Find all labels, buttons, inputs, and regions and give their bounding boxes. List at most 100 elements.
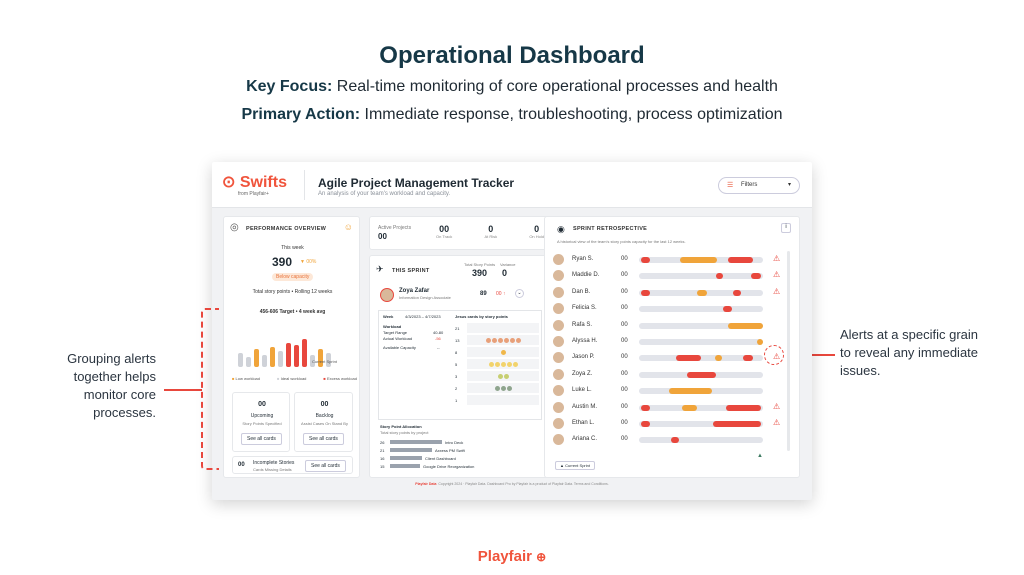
retro-value: 00 bbox=[621, 354, 628, 361]
scrollbar[interactable] bbox=[787, 251, 790, 451]
retro-segment bbox=[728, 257, 754, 263]
target-line: 456-606 Target • 4 week avg bbox=[259, 309, 326, 315]
avatar bbox=[553, 385, 564, 397]
points-grid-row: 1 bbox=[455, 394, 539, 406]
retro-name: Alyssa H. bbox=[572, 338, 598, 344]
person-menu-button[interactable]: ⌄ bbox=[515, 289, 524, 298]
retro-segment bbox=[714, 355, 723, 362]
week-range: 4/3/2023 – 4/7/2023 bbox=[405, 314, 441, 319]
points-grid-row: 8 bbox=[455, 346, 539, 358]
points-grid-row: 3 bbox=[455, 370, 539, 382]
retro-name: Dan B. bbox=[572, 288, 591, 295]
retro-name: Felicia S. bbox=[572, 305, 597, 312]
points-grid-row: 13 bbox=[455, 334, 539, 346]
retro-row[interactable]: Jason P. 00 ⚠ bbox=[553, 351, 785, 365]
performance-overview-card: PERFORMANCE OVERVIEW ◎ ☺ This week 390 ▼… bbox=[223, 216, 360, 478]
retro-row[interactable]: Alyssa H. 00 bbox=[553, 335, 785, 349]
person-points: 89 bbox=[480, 291, 487, 297]
alert-icon[interactable]: ⚠ bbox=[773, 418, 780, 427]
filter-icon: ☰ bbox=[727, 182, 734, 189]
alert-icon[interactable]: ⚠ bbox=[773, 254, 780, 263]
upcoming-sub: Story Points Specified bbox=[242, 421, 282, 426]
workload-label: Workload bbox=[383, 324, 402, 329]
dashboard-header: ⊙ Swifts from Playfair+ Agile Project Ma… bbox=[212, 162, 812, 208]
rolling-bar bbox=[270, 347, 275, 367]
retro-segment bbox=[641, 257, 651, 263]
rolling-bar bbox=[254, 349, 259, 367]
avatar bbox=[553, 254, 564, 265]
avatar bbox=[553, 303, 564, 315]
retro-segment bbox=[682, 404, 698, 411]
chevron-down-icon: ▾ bbox=[787, 182, 791, 188]
annotation-right: Alerts at a specific grain to reveal any… bbox=[840, 327, 979, 378]
points-grid-row: 2 bbox=[455, 382, 539, 394]
retro-value: 00 bbox=[621, 338, 628, 344]
rolling-bar bbox=[302, 339, 307, 367]
allocation-row: 16 Client Dashboard bbox=[380, 455, 456, 461]
retro-segment bbox=[697, 289, 708, 296]
retro-subtitle: A historical view of the team's story po… bbox=[557, 239, 686, 244]
retro-name: Rafa S. bbox=[572, 321, 593, 328]
target-range-label: Target Range bbox=[383, 330, 408, 335]
avatar bbox=[553, 368, 564, 380]
retro-name: Maddie D. bbox=[572, 272, 600, 279]
backlog-see-all-button[interactable]: See all cards bbox=[303, 433, 344, 445]
retro-track bbox=[639, 421, 763, 427]
retro-name: Ethan L. bbox=[572, 420, 595, 426]
retro-row[interactable]: Luke L. 00 bbox=[553, 384, 785, 398]
upcoming-label: Upcoming bbox=[250, 413, 274, 419]
primary-action-text: Immediate response, troubleshooting, pro… bbox=[364, 106, 783, 123]
available-capacity-value: -- bbox=[437, 345, 440, 350]
incomplete-stories-card: 00 Incomplete Stories Cards Missing Deta… bbox=[232, 456, 353, 474]
retro-header: SPRINT RETROSPECTIVE bbox=[573, 226, 648, 232]
retro-value: 00 bbox=[621, 272, 628, 279]
rolling-line: Total story points • Rolling 12 weeks bbox=[252, 289, 333, 295]
retro-segment bbox=[733, 289, 741, 296]
this-week-label: This week bbox=[281, 245, 304, 251]
retro-row[interactable]: Austin M. 00 ⚠ bbox=[553, 401, 785, 415]
retro-segment bbox=[743, 355, 754, 362]
allocation-row: 26 Intro Deck bbox=[380, 439, 464, 445]
retro-segment bbox=[641, 404, 651, 411]
retro-name: Ariana C. bbox=[572, 436, 598, 443]
avatar bbox=[553, 286, 564, 298]
actual-workload-label: Actual Workload bbox=[383, 336, 413, 341]
retro-row[interactable]: Maddie D. 00 ⚠ bbox=[553, 269, 785, 283]
retro-row[interactable]: Zoya Z. 00 bbox=[553, 368, 785, 382]
workload-panel: Week 4/3/2023 – 4/7/2023 Workload Target… bbox=[378, 310, 542, 420]
key-focus-label: Key Focus: bbox=[246, 78, 333, 95]
retro-row[interactable]: Rafa S. 00 bbox=[553, 319, 785, 333]
active-projects-value: 00 bbox=[378, 232, 387, 241]
current-sprint-tag: Current Sprint bbox=[312, 359, 337, 364]
retro-row[interactable]: Ryan S. 00 ⚠ bbox=[553, 253, 785, 267]
retro-name: Ryan S. bbox=[572, 256, 594, 262]
capacity-badge: Below capacity bbox=[272, 273, 314, 281]
slide-title: Operational Dashboard bbox=[379, 42, 645, 69]
retro-row[interactable]: Ethan L. 00 ⚠ bbox=[553, 417, 785, 431]
retro-value: 00 bbox=[621, 256, 628, 262]
filters-button[interactable]: ☰ Filters ▾ bbox=[718, 177, 800, 194]
incomplete-sub: Cards Missing Details bbox=[253, 467, 292, 472]
upcoming-see-all-button[interactable]: See all cards bbox=[241, 433, 282, 445]
alert-icon[interactable]: ⚠ bbox=[773, 287, 780, 296]
retro-value: 00 bbox=[621, 370, 628, 377]
alert-icon[interactable]: ⚠ bbox=[773, 402, 780, 411]
retro-segment bbox=[756, 339, 763, 345]
person-delta: 00 ↑ bbox=[496, 291, 506, 297]
retro-row[interactable]: Ariana C. 00 bbox=[553, 433, 785, 447]
legend-item: ■ Excess workload bbox=[323, 376, 357, 381]
incomplete-see-all-button[interactable]: See all cards bbox=[305, 460, 346, 472]
allocation-title: Story Point Allocation bbox=[380, 424, 422, 429]
smiley-icon[interactable]: ☺ bbox=[344, 222, 353, 232]
retro-segment bbox=[641, 421, 651, 427]
this-week-delta: ▼ 00% bbox=[300, 259, 317, 265]
rocket-icon: ✈ bbox=[376, 264, 384, 274]
alert-highlight-ring bbox=[764, 345, 784, 365]
retro-row[interactable]: Dan B. 00 ⚠ bbox=[553, 286, 785, 300]
available-capacity-label: Available Capacity bbox=[383, 345, 416, 350]
retro-name: Austin M. bbox=[572, 403, 598, 410]
avatar bbox=[553, 418, 564, 429]
retro-row[interactable]: Felicia S. 00 bbox=[553, 302, 785, 316]
info-button[interactable]: i bbox=[781, 223, 791, 233]
alert-icon[interactable]: ⚠ bbox=[773, 270, 780, 279]
